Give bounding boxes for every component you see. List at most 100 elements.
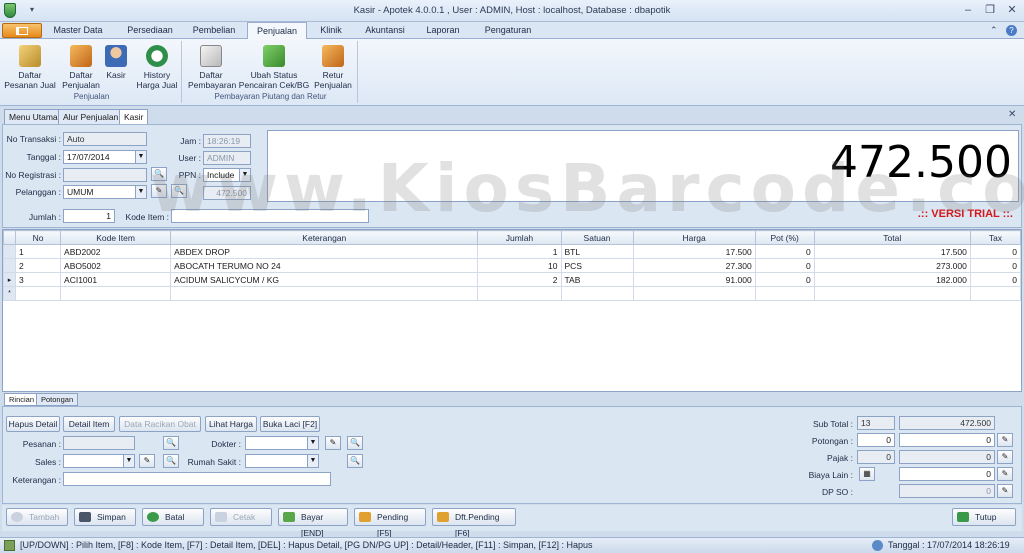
chevron-down-icon[interactable]: ▼ xyxy=(135,151,146,163)
detail-item-button[interactable]: Detail Item xyxy=(63,416,115,432)
edit-dp-so-button[interactable]: ✎ xyxy=(997,484,1013,498)
search-rumah-sakit-button[interactable]: 🔍 xyxy=(347,454,363,468)
buka-laci-button[interactable]: Buka Laci [F2] xyxy=(260,416,320,432)
tab-master-data[interactable]: Master Data xyxy=(48,22,108,39)
column-header-total[interactable]: Total xyxy=(813,230,971,245)
lihat-harga-button[interactable]: Lihat Harga xyxy=(205,416,257,432)
tab-klinik[interactable]: Klinik xyxy=(312,22,350,39)
cell-keterangan[interactable]: ABOCATH TERUMO NO 24 xyxy=(170,258,479,273)
cell-pot[interactable]: 0 xyxy=(754,244,815,259)
column-header-jumlah[interactable]: Jumlah xyxy=(477,230,562,245)
cell-no[interactable]: 3 xyxy=(14,272,62,287)
cell-tax[interactable]: 0 xyxy=(969,272,1022,287)
pesanan-field[interactable] xyxy=(63,436,135,450)
biaya-lain-detail-button[interactable]: ▦ xyxy=(859,467,875,481)
cell-no[interactable]: 2 xyxy=(14,258,62,273)
daftar-pesanan-jual-button[interactable]: Daftar Pesanan Jual xyxy=(4,43,56,93)
cell-total[interactable]: 273.000 xyxy=(813,258,971,273)
search-pesanan-button[interactable]: 🔍 xyxy=(163,436,179,450)
item-grid[interactable]: No Kode Item Keterangan Jumlah Satuan Ha… xyxy=(2,229,1022,392)
cell-pot[interactable]: 0 xyxy=(754,258,815,273)
column-header-pot[interactable]: Pot (%) xyxy=(754,230,815,245)
new-row[interactable]: * xyxy=(3,286,1022,301)
cell-harga[interactable]: 17.500 xyxy=(632,244,756,259)
search-sales-button[interactable]: 🔍 xyxy=(163,454,179,468)
daftar-pembayaran-button[interactable]: Daftar Pembayaran xyxy=(188,43,236,93)
cell-harga[interactable]: 91.000 xyxy=(632,272,756,287)
chevron-down-icon[interactable]: ▼ xyxy=(307,455,318,467)
current-row-indicator[interactable]: ▸ xyxy=(3,272,16,287)
ppn-select[interactable]: Include ▼ xyxy=(203,168,251,182)
tab-penjualan[interactable]: Penjualan xyxy=(247,22,307,40)
tab-alur-penjualan[interactable]: Alur Penjualan xyxy=(58,109,124,124)
cell-kode-item[interactable]: ABD2002 xyxy=(60,244,172,259)
rumah-sakit-select[interactable]: ▼ xyxy=(245,454,319,468)
search-pelanggan-button[interactable]: 🔍 xyxy=(171,184,187,198)
close-icon[interactable]: ✕ xyxy=(1002,3,1022,18)
data-racikan-obat-button[interactable]: Data Racikan Obat xyxy=(119,416,201,432)
column-header-tax[interactable]: Tax xyxy=(969,230,1022,245)
pending-button[interactable]: Pending [F5] xyxy=(354,508,426,538)
tab-rincian[interactable]: Rincian xyxy=(4,393,40,406)
column-header-keterangan[interactable]: Keterangan xyxy=(170,230,479,245)
help-icon[interactable]: ? xyxy=(1006,25,1017,36)
chevron-down-icon[interactable]: ▼ xyxy=(135,186,146,198)
table-row[interactable]: 2 ABO5002 ABOCATH TERUMO NO 24 10 PCS 27… xyxy=(3,258,1022,273)
ribbon-collapse-icon[interactable]: ⌃ xyxy=(990,25,998,36)
cell-satuan[interactable]: BTL xyxy=(560,244,634,259)
tab-pengaturan[interactable]: Pengaturan xyxy=(478,22,538,39)
tambah-button[interactable]: Tambah xyxy=(6,508,68,526)
edit-dokter-button[interactable]: ✎ xyxy=(325,436,341,450)
keterangan-input[interactable] xyxy=(63,472,331,486)
column-header-no[interactable]: No xyxy=(14,230,62,245)
history-harga-jual-button[interactable]: History Harga Jual xyxy=(134,43,180,93)
row-indicator[interactable] xyxy=(3,244,16,259)
bayar-button[interactable]: Bayar [END] xyxy=(278,508,348,538)
jumlah-input[interactable]: 1 xyxy=(63,209,115,223)
tab-kasir[interactable]: Kasir xyxy=(119,109,149,124)
cell-kode-item[interactable]: ACI1001 xyxy=(60,272,172,287)
cell-jumlah[interactable]: 2 xyxy=(477,272,562,287)
retur-penjualan-button[interactable]: Retur Penjualan xyxy=(310,43,356,93)
cell-total[interactable]: 17.500 xyxy=(813,244,971,259)
chevron-down-icon[interactable]: ▼ xyxy=(307,437,318,449)
edit-potongan-button[interactable]: ✎ xyxy=(997,433,1013,447)
column-header-harga[interactable]: Harga xyxy=(632,230,756,245)
pelanggan-select[interactable]: UMUM ▼ xyxy=(63,185,147,199)
tutup-button[interactable]: Tutup xyxy=(952,508,1016,526)
potongan-input[interactable]: 0 xyxy=(899,433,995,447)
new-row-indicator[interactable]: * xyxy=(3,286,16,301)
cell-satuan[interactable]: TAB xyxy=(560,272,634,287)
chevron-down-icon[interactable]: ▼ xyxy=(123,455,134,467)
biaya-lain-input[interactable]: 0 xyxy=(899,467,995,481)
cell-kode-item[interactable]: ABO5002 xyxy=(60,258,172,273)
tab-menu-utama[interactable]: Menu Utama xyxy=(4,109,63,124)
cell-tax[interactable]: 0 xyxy=(969,244,1022,259)
potongan-percent-input[interactable]: 0 xyxy=(857,433,895,447)
tab-potongan[interactable]: Potongan xyxy=(36,393,79,406)
ubah-status-pencairan-button[interactable]: Ubah Status Pencairan Cek/BG xyxy=(238,43,310,93)
cetak-button[interactable]: Cetak xyxy=(210,508,272,526)
row-indicator[interactable] xyxy=(3,258,16,273)
daftar-pending-button[interactable]: Dft.Pending [F6] xyxy=(432,508,516,538)
table-row[interactable]: 1 ABD2002 ABDEX DROP 1 BTL 17.500 0 17.5… xyxy=(3,244,1022,259)
table-row-selected[interactable]: ▸ 3 ACI1001 ACIDUM SALICYCUM / KG 2 TAB … xyxy=(3,272,1022,287)
cell-tax[interactable]: 0 xyxy=(969,258,1022,273)
batal-button[interactable]: Batal xyxy=(142,508,204,526)
edit-sales-button[interactable]: ✎ xyxy=(139,454,155,468)
chevron-down-icon[interactable]: ▼ xyxy=(239,169,250,181)
tab-laporan[interactable]: Laporan xyxy=(420,22,466,39)
cell-keterangan[interactable]: ABDEX DROP xyxy=(170,244,479,259)
edit-pajak-button[interactable]: ✎ xyxy=(997,450,1013,464)
cell-jumlah[interactable]: 1 xyxy=(477,244,562,259)
tab-persediaan[interactable]: Persediaan xyxy=(118,22,182,39)
cell-harga[interactable]: 27.300 xyxy=(632,258,756,273)
edit-pelanggan-button[interactable]: ✎ xyxy=(151,184,167,198)
search-dokter-button[interactable]: 🔍 xyxy=(347,436,363,450)
no-transaksi-field[interactable]: Auto xyxy=(63,132,147,146)
cell-jumlah[interactable]: 10 xyxy=(477,258,562,273)
simpan-button[interactable]: Simpan xyxy=(74,508,136,526)
cell-pot[interactable]: 0 xyxy=(754,272,815,287)
tab-pembelian[interactable]: Pembelian xyxy=(186,22,242,39)
no-registrasi-field[interactable] xyxy=(63,168,147,182)
